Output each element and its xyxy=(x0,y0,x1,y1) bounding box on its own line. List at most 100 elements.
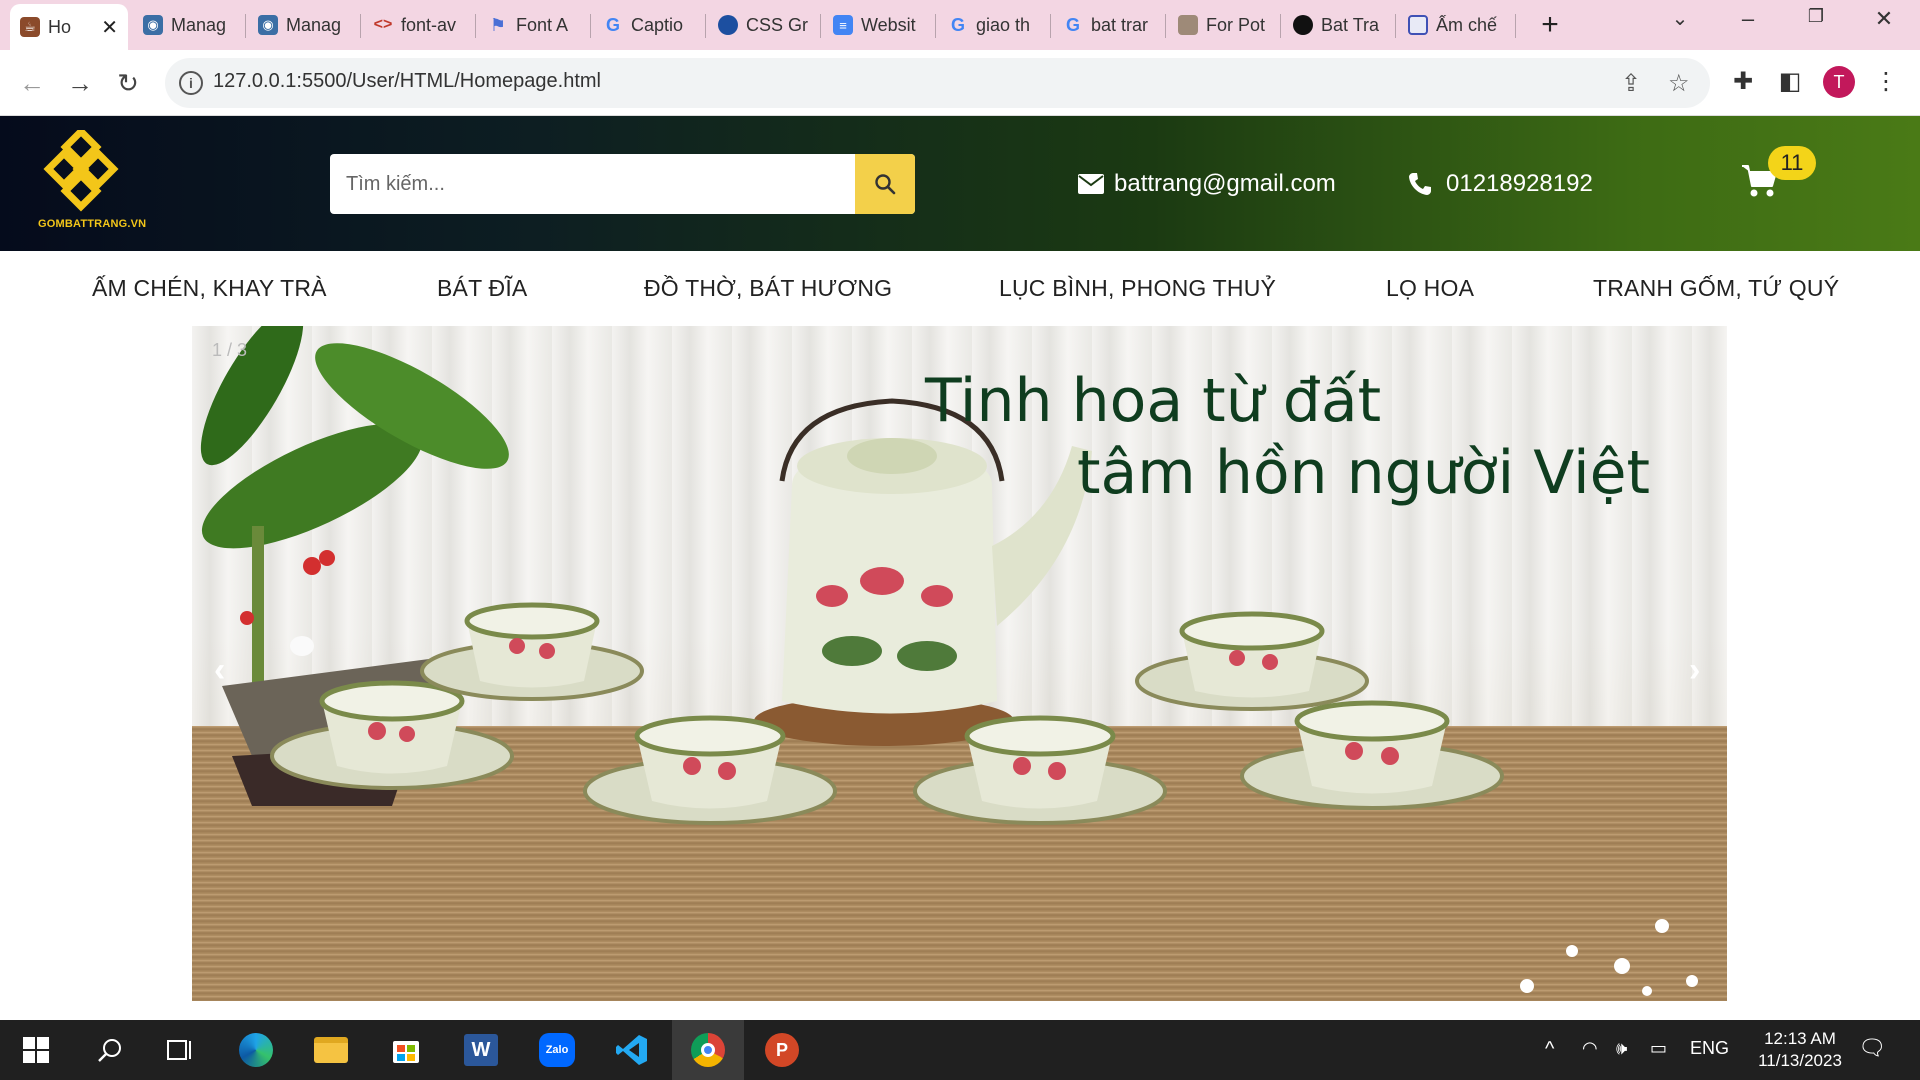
tab-label: Ho xyxy=(48,16,72,37)
file-explorer-icon[interactable] xyxy=(311,1030,351,1070)
side-panel-icon[interactable]: ◧ xyxy=(1774,67,1806,96)
github-icon xyxy=(1293,15,1313,35)
site-logo[interactable]: GOMBATTRANG.VN xyxy=(38,126,147,240)
tab-label: Websit xyxy=(861,14,916,35)
tab-caption[interactable]: G Captio xyxy=(593,6,703,44)
reload-button[interactable]: ↻ xyxy=(110,65,146,101)
forward-button[interactable]: → xyxy=(62,65,98,101)
tab-bat-trang-search[interactable]: G bat trar xyxy=(1053,6,1163,44)
slide-caption-line-2: tâm hồn người Việt xyxy=(1077,438,1651,508)
tab-manage-2[interactable]: ◉ Manag xyxy=(248,6,358,44)
tab-homepage[interactable]: ☕ Ho ✕ xyxy=(10,4,128,50)
slide-caption-line-1: Tinh hoa từ đất xyxy=(925,366,1382,436)
edge-dev-icon xyxy=(718,15,738,35)
phone-text: 01218928192 xyxy=(1446,170,1593,197)
microsoft-store-icon[interactable] xyxy=(386,1030,426,1070)
cart-count-badge: 11 xyxy=(1768,146,1816,180)
word-icon[interactable]: W xyxy=(461,1030,501,1070)
teapot xyxy=(754,398,1092,746)
white-flowers xyxy=(1520,919,1698,996)
new-tab-button[interactable]: + xyxy=(1535,8,1565,42)
task-view-icon[interactable] xyxy=(160,1030,200,1070)
tab-am-chen[interactable]: Ấm chế xyxy=(1398,6,1513,44)
envelope-icon xyxy=(1078,174,1104,194)
search-icon xyxy=(875,174,896,195)
knot-logo-icon xyxy=(43,126,119,212)
tab-label: Ấm chế xyxy=(1436,14,1498,35)
category-am-chen-khay-tra[interactable]: ẤM CHÉN, KHAY TRÀ xyxy=(92,275,327,302)
extensions-icon[interactable]: ✚ xyxy=(1727,67,1759,96)
site-info-icon[interactable]: i xyxy=(179,71,203,95)
hero-slider: 1 / 3 Tinh hoa từ đất tâm hồn người Việt… xyxy=(192,326,1727,1001)
tab-label: Manag xyxy=(171,14,227,35)
browser-toolbar: ← → ↻ i 127.0.0.1:5500/User/HTML/Homepag… xyxy=(0,50,1920,116)
restore-button[interactable]: ❐ xyxy=(1796,6,1836,27)
profile-avatar[interactable]: T xyxy=(1823,66,1855,98)
tab-giao-thong[interactable]: G giao th xyxy=(938,6,1048,44)
phone-icon xyxy=(1408,172,1432,196)
powerpoint-icon[interactable]: P xyxy=(762,1030,802,1070)
slider-prev-button[interactable]: ‹ xyxy=(214,651,225,690)
bookmark-star-icon[interactable]: ☆ xyxy=(1668,69,1690,98)
battery-icon[interactable]: ▭ xyxy=(1650,1038,1667,1059)
search-button[interactable] xyxy=(855,154,915,214)
logo-text: GOMBATTRANG.VN xyxy=(38,218,147,230)
clock-time: 12:13 AM xyxy=(1764,1029,1836,1048)
tab-manage-1[interactable]: ◉ Manag xyxy=(133,6,243,44)
tab-website[interactable]: ≡ Websit xyxy=(823,6,933,44)
minimize-button[interactable]: – xyxy=(1728,6,1768,32)
volume-icon[interactable]: 🕪 xyxy=(1616,1038,1627,1059)
category-do-tho-bat-huong[interactable]: ĐỒ THỜ, BÁT HƯƠNG xyxy=(644,275,892,302)
google-icon: G xyxy=(605,14,620,35)
show-hidden-icons-icon[interactable]: ^ xyxy=(1545,1038,1554,1061)
slides-icon xyxy=(1408,15,1428,35)
category-bat-dia[interactable]: BÁT ĐĨA xyxy=(437,275,527,302)
contact-phone[interactable]: 01218928192 xyxy=(1408,170,1593,198)
notification-icon[interactable]: 🗨 xyxy=(1858,1035,1886,1061)
close-tab-icon[interactable]: ✕ xyxy=(101,15,118,40)
search-input[interactable] xyxy=(330,154,855,214)
windows-taskbar: W Zalo P ^ ◠ 🕪 ▭ ENG 12:13 AM 11/13/2023… xyxy=(0,1020,1920,1080)
tab-label: Manag xyxy=(286,14,342,35)
google-icon: G xyxy=(1065,14,1080,35)
tab-label: bat trar xyxy=(1091,14,1149,35)
tab-search-icon[interactable]: ⌄ xyxy=(1660,6,1700,31)
contact-email[interactable]: battrang@gmail.com xyxy=(1078,170,1336,198)
slide-counter: 1 / 3 xyxy=(212,340,248,360)
edge-icon[interactable] xyxy=(236,1030,276,1070)
share-icon[interactable]: ⇪ xyxy=(1621,69,1641,98)
address-bar[interactable]: i 127.0.0.1:5500/User/HTML/Homepage.html… xyxy=(165,58,1710,108)
tab-label: For Pot xyxy=(1206,14,1266,35)
tab-label: font-av xyxy=(401,14,457,35)
zalo-icon[interactable]: Zalo xyxy=(537,1030,577,1070)
tab-for-pot[interactable]: For Pot xyxy=(1168,6,1278,44)
category-lo-hoa[interactable]: LỌ HOA xyxy=(1386,275,1474,302)
tab-label: Bat Tra xyxy=(1321,14,1380,35)
close-window-button[interactable]: ✕ xyxy=(1864,6,1904,32)
tab-label: giao th xyxy=(976,14,1031,35)
search-icon[interactable] xyxy=(90,1030,130,1070)
slider-next-button[interactable]: › xyxy=(1689,651,1700,690)
category-tranh-gom-tu-quy[interactable]: TRANH GỐM, TỨ QUÝ xyxy=(1593,275,1839,302)
windows-start-icon[interactable] xyxy=(16,1030,56,1070)
flag-icon: ⚑ xyxy=(489,14,507,35)
language-indicator[interactable]: ENG xyxy=(1690,1038,1729,1059)
tab-font-awesome[interactable]: <> font-av xyxy=(363,6,473,44)
tab-css-grid[interactable]: CSS Gr xyxy=(708,6,818,44)
url-text[interactable]: 127.0.0.1:5500/User/HTML/Homepage.html xyxy=(213,70,601,93)
menu-kebab-icon[interactable]: ⋮ xyxy=(1870,67,1902,96)
chrome-icon[interactable] xyxy=(688,1030,728,1070)
system-clock[interactable]: 12:13 AM 11/13/2023 xyxy=(1745,1028,1855,1072)
back-button[interactable]: ← xyxy=(14,65,50,101)
clock-date: 11/13/2023 xyxy=(1758,1051,1842,1070)
tab-font-a[interactable]: ⚑ Font A xyxy=(478,6,588,44)
tab-label: Font A xyxy=(516,14,569,35)
vscode-icon[interactable] xyxy=(612,1030,652,1070)
wifi-icon[interactable]: ◠ xyxy=(1582,1038,1598,1059)
site-header: GOMBATTRANG.VN battrang@gmail.com 012189… xyxy=(0,116,1920,251)
tab-bat-trang-github[interactable]: Bat Tra xyxy=(1283,6,1393,44)
camera-icon: ◉ xyxy=(258,15,278,35)
tab-label: CSS Gr xyxy=(746,14,809,35)
category-luc-binh-phong-thuy[interactable]: LỤC BÌNH, PHONG THUỶ xyxy=(999,275,1276,302)
code-icon: <> xyxy=(373,16,393,33)
